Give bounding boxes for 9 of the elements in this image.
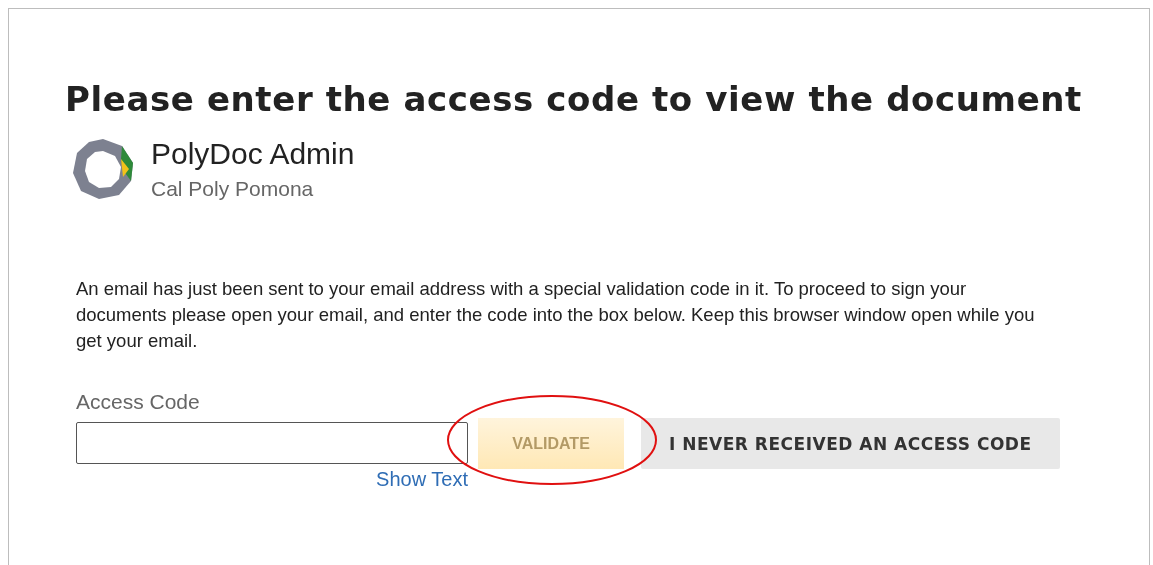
sender-organization: Cal Poly Pomona [151,177,315,201]
no-code-button[interactable]: I NEVER RECEIVED AN ACCESS CODE [641,418,1060,469]
sender-name: PolyDoc Admin [151,137,355,171]
page-heading: Please enter the access code to view the document [65,79,1083,119]
access-code-field[interactable] [76,422,468,464]
logo-icon [71,137,135,201]
field-label: Access Code [76,390,201,414]
show-text-link[interactable]: Show Text [376,468,468,491]
instructions-text: An email has just been sent to your email address with a special validation code in it. To proceed to sign your documents please open your email, and enter the code into the box below. Keep this browser window open while you get your email. [76,277,1036,353]
